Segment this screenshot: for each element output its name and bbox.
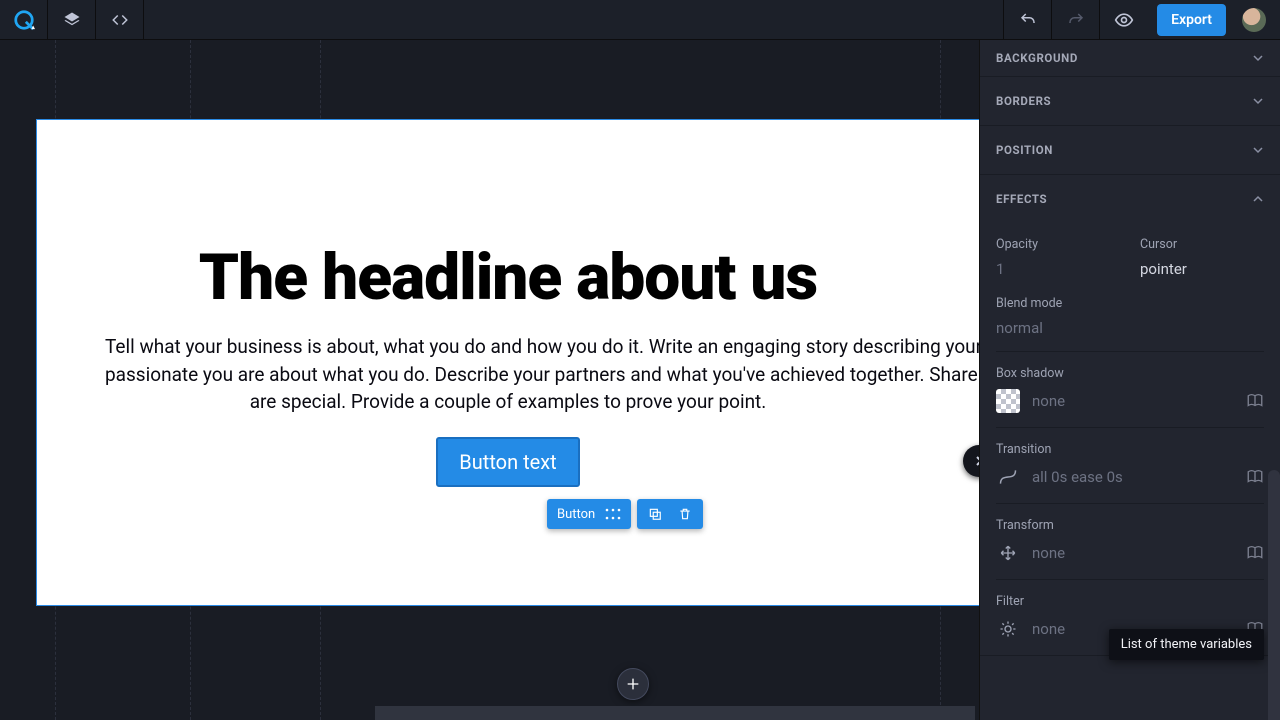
move-icon[interactable] [996,541,1020,565]
redo-icon [1067,11,1085,29]
topbar: Export [0,0,1280,40]
export-button[interactable]: Export [1157,4,1226,36]
element-toolbar: Button [547,499,703,529]
filter-label: Filter [996,594,1264,609]
logo-icon [13,9,35,31]
eye-icon [1114,10,1134,30]
blend-label: Blend mode [996,296,1264,311]
redo-button [1051,0,1099,40]
layers-button[interactable] [48,0,96,40]
headline-text[interactable]: The headline about us [105,240,911,315]
section-background[interactable]: Background [980,40,1280,76]
boxshadow-swatch[interactable] [996,389,1020,413]
section-effects[interactable]: Effects [980,175,1280,223]
delete-button[interactable] [673,502,697,526]
opacity-label: Opacity [996,237,1120,252]
element-label: Button [557,507,595,522]
opacity-input[interactable]: 1 [996,260,1120,278]
cursor-label: Cursor [1140,237,1264,252]
panel-scrollbar[interactable] [1268,470,1280,720]
chevron-up-icon [1252,193,1264,205]
canvas-button[interactable]: Button text [437,438,578,486]
transform-label: Transform [996,518,1264,533]
blend-input[interactable]: normal [996,319,1264,337]
transition-input[interactable]: all 0s ease 0s [1032,468,1123,486]
boxshadow-label: Box shadow [996,366,1264,381]
trash-icon [678,507,692,521]
code-icon [111,11,129,29]
tooltip: List of theme variables [1109,629,1264,660]
undo-icon [1019,11,1037,29]
bottom-strip [375,706,975,720]
style-panel: Background Borders Position Effects Opac… [979,40,1280,720]
theme-vars-icon[interactable] [1246,544,1264,562]
brightness-icon[interactable] [996,617,1020,641]
section-position[interactable]: Position [980,126,1280,174]
theme-vars-icon[interactable] [1246,468,1264,486]
undo-button[interactable] [1003,0,1051,40]
cursor-input[interactable]: pointer [1140,260,1264,278]
chevron-down-icon [1252,52,1264,64]
logo-button[interactable] [0,0,48,40]
element-label-pill[interactable]: Button [547,499,631,529]
canvas-frame[interactable]: The headline about us Tell what your bus… [37,120,979,605]
transition-curve-icon[interactable] [996,465,1020,489]
layers-icon [63,11,81,29]
add-block-button[interactable] [617,668,649,700]
duplicate-icon [648,507,662,521]
chevron-down-icon [1252,95,1264,107]
duplicate-button[interactable] [643,502,667,526]
preview-button[interactable] [1099,0,1147,40]
transition-label: Transition [996,442,1264,457]
code-button[interactable] [96,0,144,40]
theme-vars-icon[interactable] [1246,392,1264,410]
transform-input[interactable]: none [1032,544,1065,562]
section-borders[interactable]: Borders [980,77,1280,125]
drag-dots-icon[interactable] [605,508,621,520]
plus-icon [625,676,641,692]
paragraph-text[interactable]: Tell what your business is about, what y… [105,333,911,416]
avatar[interactable] [1242,8,1266,32]
boxshadow-input[interactable]: none [1032,392,1065,410]
stage: The headline about us Tell what your bus… [0,40,979,720]
filter-input[interactable]: none [1032,620,1065,638]
chevron-down-icon [1252,144,1264,156]
